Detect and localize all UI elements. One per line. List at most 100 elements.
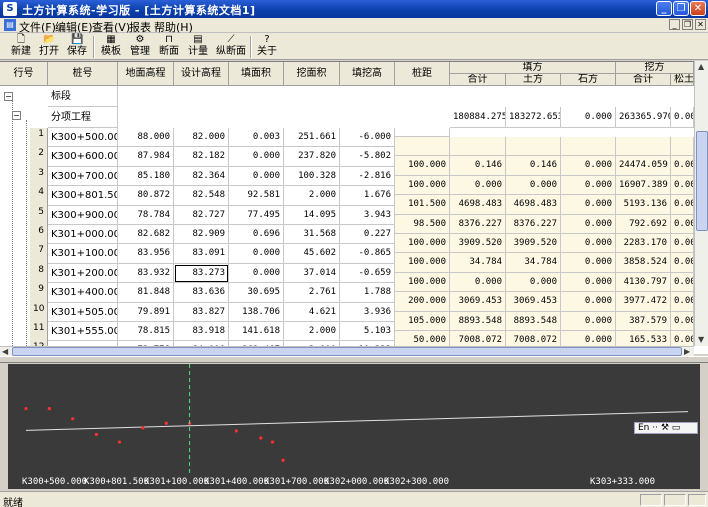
fill-earth-cell[interactable]: 0.000	[506, 272, 561, 293]
header-cut-area[interactable]: 挖面积	[284, 62, 340, 86]
row-number[interactable]: 4	[30, 186, 48, 206]
fill-earth-cell[interactable]: 0.000	[506, 175, 561, 196]
table-cell[interactable]	[395, 283, 450, 293]
cut-area-cell[interactable]: 45.602	[284, 244, 340, 264]
cut-total-cell[interactable]: 387.579	[616, 311, 671, 331]
fill-total-cell[interactable]: 3069.453	[450, 292, 506, 312]
fill-area-cell[interactable]: 138.706	[229, 302, 284, 322]
cut-total-cell[interactable]: 3858.524	[616, 253, 671, 273]
header-cut-total[interactable]: 合计	[616, 74, 671, 86]
cut-loose-cell[interactable]: 0.000	[671, 292, 694, 312]
table-cell[interactable]	[395, 225, 450, 234]
fill-stone-cell[interactable]: 0.000	[561, 292, 616, 312]
group-fill-total[interactable]: 180884.275	[450, 107, 506, 128]
fill-cut-height-cell[interactable]: -5.802	[340, 147, 395, 167]
fill-earth-cell[interactable]: 0.146	[506, 156, 561, 176]
table-cell[interactable]	[395, 186, 450, 196]
header-ground[interactable]: 地面高程	[118, 62, 174, 86]
table-cell[interactable]	[395, 302, 450, 312]
fill-area-cell[interactable]: 0.000	[229, 147, 284, 167]
fill-stone-cell[interactable]: 0.000	[561, 156, 616, 176]
fill-cut-height-cell[interactable]: 5.103	[340, 322, 395, 342]
fill-area-cell[interactable]: 141.618	[229, 322, 284, 342]
station-cell[interactable]: K300+500.000	[48, 128, 118, 148]
station-cell[interactable]: K300+900.000	[48, 205, 118, 225]
table-cell[interactable]	[395, 263, 450, 273]
header-cut-loose[interactable]: 松土	[671, 74, 694, 86]
fill-earth-cell[interactable]	[506, 137, 561, 157]
open-button[interactable]: 📂 打开	[36, 34, 62, 59]
row-number[interactable]: 7	[30, 244, 48, 264]
fill-cut-height-cell[interactable]: 3.936	[340, 302, 395, 322]
ground-elevation-cell[interactable]: 78.784	[118, 205, 174, 225]
fill-stone-cell[interactable]: 0.000	[561, 311, 616, 331]
mdi-restore-icon[interactable]: ❐	[682, 19, 693, 30]
table-cell[interactable]	[395, 166, 450, 176]
profile-button[interactable]: ⟋ 纵断面	[214, 34, 248, 59]
design-elevation-cell[interactable]: 82.909	[174, 225, 229, 245]
ground-elevation-cell[interactable]: 83.932	[118, 263, 174, 284]
scroll-right-icon[interactable]: ▶	[684, 347, 690, 356]
fill-total-cell[interactable]: 34.784	[450, 253, 506, 273]
fill-area-cell[interactable]: 0.000	[229, 166, 284, 187]
group-cut-total[interactable]: 263365.970	[616, 107, 671, 128]
fill-earth-cell[interactable]: 34.784	[506, 253, 561, 273]
ground-elevation-cell[interactable]: 79.891	[118, 302, 174, 322]
fill-total-cell[interactable]: 4698.483	[450, 195, 506, 215]
ground-elevation-cell[interactable]: 80.872	[118, 186, 174, 206]
collapse-icon[interactable]: −	[4, 92, 13, 101]
fill-earth-cell[interactable]: 8893.548	[506, 311, 561, 331]
header-station[interactable]: 桩号	[48, 62, 118, 86]
ground-elevation-cell[interactable]: 83.956	[118, 244, 174, 264]
fill-stone-cell[interactable]: 0.000	[561, 272, 616, 293]
cut-loose-cell[interactable]: 0.000	[671, 253, 694, 273]
table-cell[interactable]	[395, 128, 450, 137]
header-fill-earth[interactable]: 土方	[506, 74, 561, 86]
fill-total-cell[interactable]: 3909.520	[450, 234, 506, 254]
fill-cut-height-cell[interactable]: 0.227	[340, 225, 395, 245]
ground-elevation-cell[interactable]: 87.984	[118, 147, 174, 167]
group-cut-loose[interactable]: 0.000	[671, 107, 694, 128]
design-elevation-cell[interactable]: 82.182	[174, 147, 229, 167]
cut-loose-cell[interactable]: 0.000	[671, 156, 694, 176]
maximize-button[interactable]: ❐	[673, 1, 689, 16]
mdi-close-icon[interactable]: ✕	[695, 19, 706, 30]
cut-loose-cell[interactable]	[671, 137, 694, 157]
ground-elevation-cell[interactable]: 88.000	[118, 128, 174, 148]
cut-area-cell[interactable]: 237.820	[284, 147, 340, 167]
group-fill-earth[interactable]: 183272.653	[506, 107, 561, 128]
vertical-scroll-thumb[interactable]	[696, 131, 708, 231]
scroll-down-icon[interactable]: ▼	[698, 335, 704, 344]
fill-area-cell[interactable]: 77.495	[229, 205, 284, 225]
group-label-section[interactable]: 标段	[48, 86, 118, 107]
save-button[interactable]: 💾 保存	[64, 34, 90, 59]
fill-stone-cell[interactable]: 0.000	[561, 195, 616, 215]
cut-area-cell[interactable]: 2.000	[284, 186, 340, 206]
design-elevation-cell[interactable]: 83.091	[174, 244, 229, 264]
station-cell[interactable]: K300+700.000	[48, 166, 118, 187]
row-number[interactable]: 3	[30, 166, 48, 187]
fill-area-cell[interactable]: 30.695	[229, 283, 284, 303]
station-cell[interactable]: K301+505.000	[48, 302, 118, 322]
station-cell[interactable]: K301+000.000	[48, 225, 118, 245]
collapse-icon[interactable]: −	[12, 111, 21, 120]
design-elevation-cell[interactable]: 83.636	[174, 283, 229, 303]
row-number[interactable]: 10	[30, 302, 48, 322]
measure-button[interactable]: ▤ 计量	[185, 34, 211, 59]
ime-toolbar[interactable]: En ·· ⚒ ▭	[634, 422, 698, 434]
fill-total-cell[interactable]: 0.146	[450, 156, 506, 176]
header-fill-cut-height[interactable]: 填挖高	[340, 62, 395, 86]
station-cell[interactable]: K301+400.000	[48, 283, 118, 303]
about-button[interactable]: ? 关于	[254, 34, 280, 59]
header-fill-stone[interactable]: 石方	[561, 74, 616, 86]
station-cell[interactable]: K301+100.000	[48, 244, 118, 264]
row-number[interactable]: 5	[30, 205, 48, 225]
group-fill-stone[interactable]: 0.000	[561, 107, 616, 128]
fill-total-cell[interactable]: 8376.227	[450, 214, 506, 234]
table-cell[interactable]	[395, 205, 450, 215]
fill-stone-cell[interactable]	[561, 137, 616, 157]
table-cell[interactable]	[395, 244, 450, 254]
minimize-button[interactable]: _	[656, 1, 672, 16]
fill-total-cell[interactable]: 0.000	[450, 272, 506, 293]
ground-elevation-cell[interactable]: 82.682	[118, 225, 174, 245]
